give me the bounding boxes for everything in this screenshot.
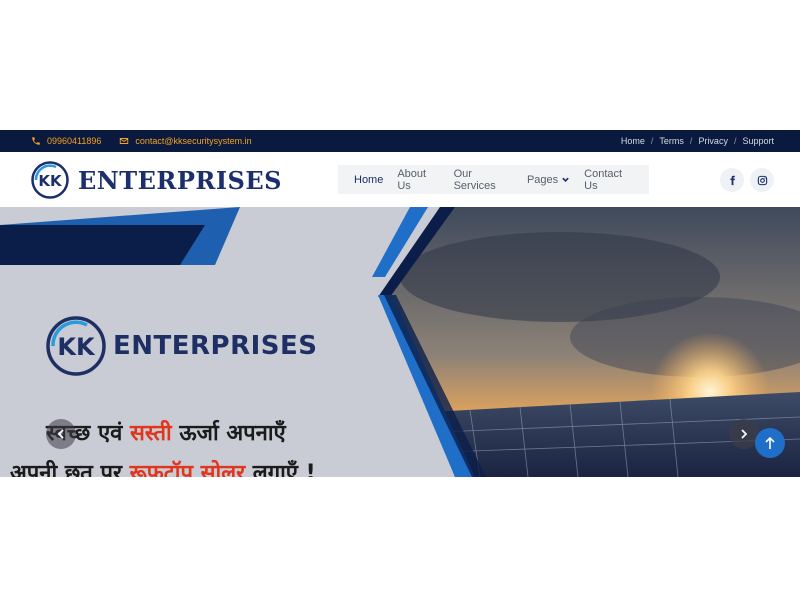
envelope-icon: [120, 138, 129, 144]
hero-headline-line-2: अपनी छत पर रूफटॉप सोलर लगाएँ !: [10, 457, 316, 477]
headline-highlight: रूफटॉप सोलर: [129, 461, 246, 477]
nav-item-pages-label: Pages: [526, 173, 559, 186]
separator: /: [689, 136, 693, 146]
headline-part: ऊर्जा अपनाएँ: [171, 421, 286, 446]
main-nav: Home About Us Our Services Pages Contact…: [338, 165, 649, 194]
hero-logo: KK ENTERPRISES: [45, 315, 318, 377]
social-links: [720, 168, 774, 192]
separator: /: [650, 136, 654, 146]
logo-mark-text: KK: [38, 172, 63, 190]
email-contact[interactable]: contact@kksecuritysystem.in: [119, 136, 252, 146]
nav-item-home[interactable]: Home: [354, 174, 383, 186]
instagram-button[interactable]: [750, 168, 774, 192]
chevron-down-icon: [562, 177, 569, 182]
facebook-icon: [729, 175, 735, 185]
phone-number: 09960411896: [47, 136, 102, 146]
nav-item-pages[interactable]: Pages: [527, 174, 570, 186]
nav-item-contact-us[interactable]: Contact Us: [584, 168, 635, 192]
kk-logo-mark: KK: [46, 316, 106, 376]
facebook-button[interactable]: [720, 168, 744, 192]
top-link-support[interactable]: Support: [742, 136, 774, 146]
chevron-left-icon: [57, 429, 64, 439]
headline-part: लगाएँ !: [245, 461, 316, 477]
logo-text: ENTERPRISES: [78, 165, 283, 195]
separator: /: [733, 136, 737, 146]
nav-item-about-us[interactable]: About Us: [397, 168, 439, 192]
phone-contact[interactable]: 09960411896: [31, 136, 101, 146]
hero-logo-text: ENTERPRISES: [113, 331, 318, 361]
hero-headline-line-1: स्वच्छ एवं सस्ती ऊर्जा अपनाएँ: [46, 417, 286, 447]
scroll-to-top-button[interactable]: [755, 428, 785, 458]
top-link-terms[interactable]: Terms: [659, 136, 684, 146]
instagram-icon: [757, 175, 767, 185]
slider-prev-button[interactable]: [46, 419, 76, 449]
chevron-right-icon: [741, 429, 748, 439]
headline-part: अपनी छत पर: [10, 461, 130, 477]
email-address: contact@kksecuritysystem.in: [135, 136, 252, 146]
phone-icon: [32, 137, 40, 145]
top-bar: 09960411896 contact@kksecuritysystem.in …: [0, 130, 800, 152]
arrow-up-icon: [765, 436, 775, 449]
kk-logo-mark: KK: [31, 161, 69, 199]
top-link-privacy[interactable]: Privacy: [698, 136, 728, 146]
site-header: KK ENTERPRISES Home About Us Our Service…: [0, 152, 800, 207]
headline-highlight: सस्ती: [130, 421, 172, 446]
nav-item-our-services[interactable]: Our Services: [454, 168, 513, 192]
hero-logo-mark-text: KK: [57, 333, 96, 361]
top-bar-links: Home / Terms / Privacy / Support: [621, 136, 774, 146]
top-bar-contacts: 09960411896 contact@kksecuritysystem.in: [31, 136, 252, 146]
top-link-home[interactable]: Home: [621, 136, 645, 146]
hero-slider: KK ENTERPRISES स्वच्छ एवं सस्ती ऊर्जा अप…: [0, 207, 800, 477]
site-logo[interactable]: KK ENTERPRISES: [30, 160, 282, 200]
